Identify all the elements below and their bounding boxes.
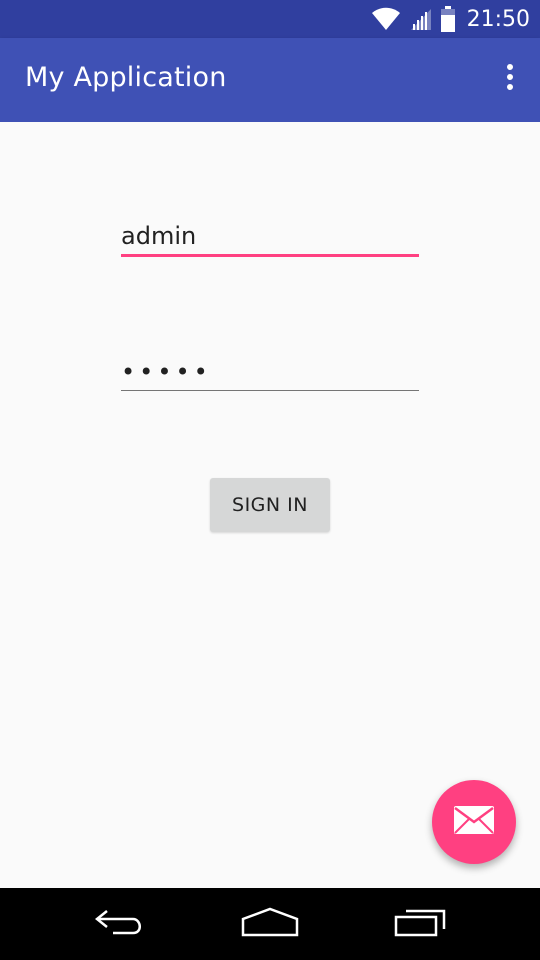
- email-fab-button[interactable]: [432, 780, 516, 864]
- battery-icon: [440, 6, 455, 32]
- username-field-container: [121, 222, 419, 257]
- status-icons: 21:50: [371, 0, 530, 38]
- status-bar: 21:50: [0, 0, 540, 38]
- recents-button[interactable]: [380, 902, 460, 946]
- app-bar: My Application: [0, 38, 540, 122]
- app-title: My Application: [25, 62, 227, 93]
- back-icon: [93, 907, 147, 941]
- username-field[interactable]: [121, 222, 419, 254]
- wifi-icon: [371, 7, 401, 31]
- navigation-bar: [0, 888, 540, 960]
- email-icon: [454, 806, 494, 838]
- more-vert-icon[interactable]: [502, 64, 518, 96]
- password-field[interactable]: [121, 358, 419, 390]
- recents-icon: [392, 907, 448, 941]
- login-form: SIGN IN: [0, 122, 540, 888]
- back-button[interactable]: [80, 902, 160, 946]
- password-field-container: [121, 358, 419, 391]
- home-button[interactable]: [230, 902, 310, 946]
- status-clock: 21:50: [466, 6, 530, 32]
- sign-in-button[interactable]: SIGN IN: [210, 478, 330, 532]
- cell-signal-icon: [409, 7, 433, 31]
- home-icon: [240, 907, 300, 941]
